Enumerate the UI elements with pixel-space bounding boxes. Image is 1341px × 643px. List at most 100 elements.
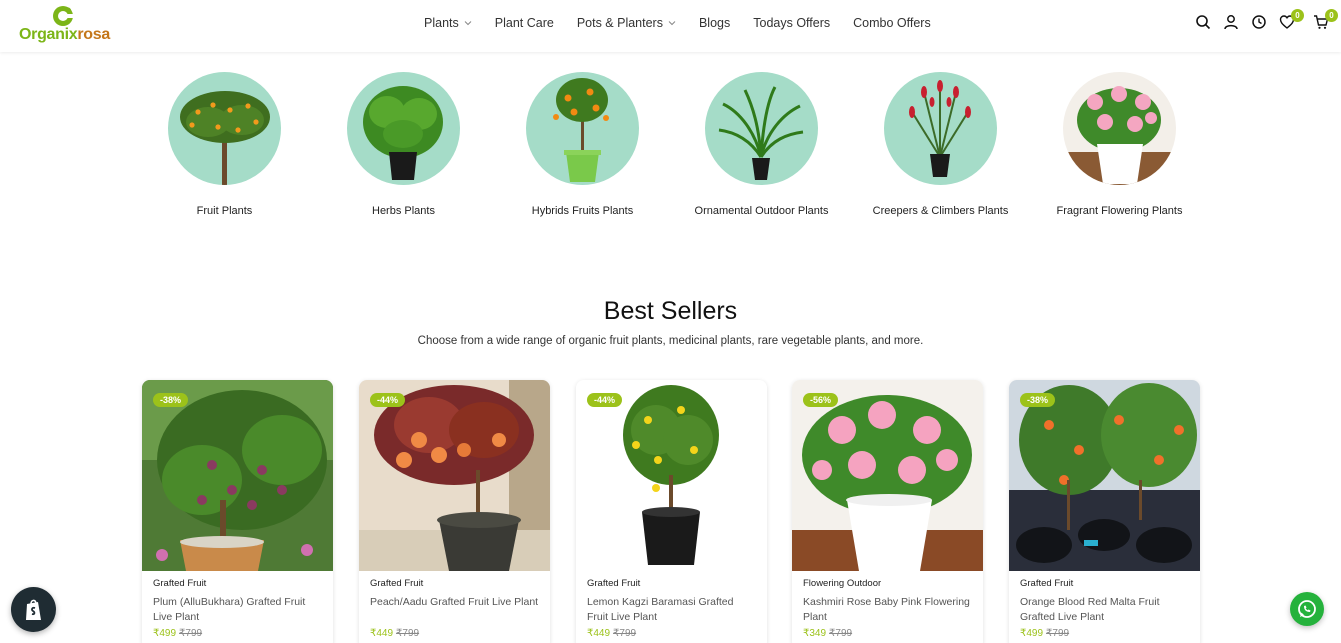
discount-badge: -56% bbox=[803, 393, 839, 407]
logo-text: Organixrosa bbox=[19, 26, 110, 44]
sale-price: ₹499 bbox=[153, 628, 177, 639]
discount-badge: -38% bbox=[1020, 393, 1056, 407]
sale-price: ₹499 bbox=[1020, 628, 1044, 639]
fruit-tree-image bbox=[180, 91, 270, 185]
nav-plants[interactable]: Plants bbox=[424, 16, 472, 30]
wishlist-button[interactable]: 0 bbox=[1279, 9, 1304, 31]
brand-logo[interactable]: Organixrosa bbox=[19, 4, 110, 46]
nav-todays-offers[interactable]: Todays Offers bbox=[753, 16, 830, 30]
product-price: ₹499 ₹799 bbox=[1020, 628, 1189, 639]
discount-badge: -44% bbox=[587, 393, 623, 407]
cart-count-badge: 0 bbox=[1325, 9, 1338, 22]
logo-text-part2: rosa bbox=[77, 26, 110, 43]
product-image[interactable]: -44% bbox=[359, 380, 550, 571]
category-label: Fruit Plants bbox=[196, 205, 253, 217]
product-card[interactable]: -38% Grafted Fruit Orange Blood Red Malt… bbox=[1009, 380, 1200, 643]
chevron-down-icon bbox=[668, 21, 676, 26]
nav-combo-offers[interactable]: Combo Offers bbox=[853, 16, 931, 30]
category-image bbox=[168, 72, 281, 185]
whatsapp-chat-button[interactable] bbox=[1290, 592, 1324, 626]
whatsapp-icon bbox=[1298, 600, 1316, 618]
nav-plant-care-label: Plant Care bbox=[494, 16, 554, 30]
product-name[interactable]: Peach/Aadu Grafted Fruit Live Plant bbox=[370, 595, 539, 625]
nav-pots-planters-label: Pots & Planters bbox=[576, 16, 663, 30]
product-card[interactable]: -44% Grafted Fruit Peach/Aadu Grafted Fr… bbox=[359, 380, 550, 643]
kashmiri-rose-image bbox=[792, 380, 983, 571]
category-image bbox=[705, 72, 818, 185]
search-icon bbox=[1196, 15, 1211, 30]
product-image[interactable]: -38% bbox=[1009, 380, 1200, 571]
wishlist-count-badge: 0 bbox=[1291, 9, 1304, 22]
category-label: Creepers & Climbers Plants bbox=[872, 205, 1009, 217]
category-image bbox=[884, 72, 997, 185]
nav-pots-planters[interactable]: Pots & Planters bbox=[577, 16, 676, 30]
product-category: Grafted Fruit bbox=[370, 578, 424, 589]
nav-todays-offers-label: Todays Offers bbox=[753, 16, 831, 30]
compare-price: ₹799 bbox=[179, 628, 203, 639]
header-actions: 0 0 bbox=[1195, 9, 1338, 31]
recently-viewed-button[interactable] bbox=[1251, 13, 1267, 31]
search-button[interactable] bbox=[1195, 13, 1211, 31]
shopify-chat-button[interactable] bbox=[11, 587, 56, 632]
category-ornamental-outdoor-plants[interactable]: Ornamental Outdoor Plants bbox=[672, 72, 851, 217]
product-name[interactable]: Plum (AlluBukhara) Grafted Fruit Live Pl… bbox=[153, 595, 322, 625]
nav-combo-offers-label: Combo Offers bbox=[853, 16, 931, 30]
category-creepers-climbers-plants[interactable]: Creepers & Climbers Plants bbox=[851, 72, 1030, 217]
chevron-down-icon bbox=[464, 21, 472, 26]
category-image bbox=[1063, 72, 1176, 185]
compare-price: ₹799 bbox=[1046, 628, 1070, 639]
sale-price: ₹449 bbox=[370, 628, 394, 639]
best-sellers-subtitle: Choose from a wide range of organic frui… bbox=[417, 335, 924, 347]
product-category: Flowering Outdoor bbox=[803, 578, 882, 589]
nav-blogs[interactable]: Blogs bbox=[699, 16, 730, 30]
category-label: Fragrant Flowering Plants bbox=[1056, 205, 1183, 217]
clock-icon bbox=[1252, 15, 1266, 29]
product-card[interactable]: -56% Flowering Outdoor Kashmiri Rose Bab… bbox=[792, 380, 983, 643]
discount-badge: -38% bbox=[153, 393, 189, 407]
herb-plant-image bbox=[363, 86, 443, 180]
category-label: Hybrids Fruits Plants bbox=[531, 205, 634, 217]
nav-plant-care[interactable]: Plant Care bbox=[495, 16, 554, 30]
product-info: Flowering Outdoor Kashmiri Rose Baby Pin… bbox=[792, 571, 983, 639]
category-label: Ornamental Outdoor Plants bbox=[694, 205, 829, 217]
category-image bbox=[526, 72, 639, 185]
best-sellers-title: Best Sellers bbox=[603, 297, 738, 325]
product-image[interactable]: -44% bbox=[576, 380, 767, 571]
lemon-tree-image bbox=[576, 380, 767, 571]
nav-blogs-label: Blogs bbox=[698, 16, 731, 30]
product-name[interactable]: Lemon Kagzi Baramasi Grafted Fruit Live … bbox=[587, 595, 756, 625]
creeper-plant-image bbox=[909, 80, 971, 177]
product-name[interactable]: Orange Blood Red Malta Fruit Grafted Liv… bbox=[1020, 595, 1189, 625]
sale-price: ₹349 bbox=[803, 628, 827, 639]
product-category: Grafted Fruit bbox=[153, 578, 207, 589]
product-image[interactable]: -56% bbox=[792, 380, 983, 571]
product-category: Grafted Fruit bbox=[1020, 578, 1074, 589]
category-label: Herbs Plants bbox=[372, 205, 435, 217]
site-header: Organixrosa Plants Plant Care Pots & Pla… bbox=[0, 0, 1341, 52]
discount-badge: -44% bbox=[370, 393, 406, 407]
category-fruit-plants[interactable]: Fruit Plants bbox=[135, 72, 314, 217]
rose-plant-image bbox=[1063, 86, 1176, 185]
product-image[interactable]: -38% bbox=[142, 380, 333, 571]
product-card[interactable]: -38% Grafted Fruit Plum (AlluBukhara) Gr… bbox=[142, 380, 333, 643]
product-grid: -38% Grafted Fruit Plum (AlluBukhara) Gr… bbox=[142, 380, 1202, 643]
product-info: Grafted Fruit Lemon Kagzi Baramasi Graft… bbox=[576, 571, 767, 639]
hybrid-fruit-plant-image bbox=[553, 78, 609, 182]
product-price: ₹449 ₹799 bbox=[370, 628, 539, 639]
product-card[interactable]: -44% Grafted Fruit Lemon Kagzi Baramasi … bbox=[576, 380, 767, 643]
product-price: ₹499 ₹799 bbox=[153, 628, 322, 639]
peach-tree-image bbox=[359, 380, 550, 571]
cart-button[interactable]: 0 bbox=[1313, 9, 1338, 31]
category-herbs-plants[interactable]: Herbs Plants bbox=[314, 72, 493, 217]
nav-plants-label: Plants bbox=[424, 16, 459, 30]
category-row: Fruit Plants Herbs Plants Hybrids Fruits… bbox=[143, 72, 1203, 222]
product-price: ₹349 ₹799 bbox=[803, 628, 972, 639]
compare-price: ₹799 bbox=[829, 628, 853, 639]
category-hybrids-fruits-plants[interactable]: Hybrids Fruits Plants bbox=[493, 72, 672, 217]
account-button[interactable] bbox=[1223, 13, 1239, 31]
main-nav: Plants Plant Care Pots & Planters Blogs … bbox=[424, 0, 954, 46]
sale-price: ₹449 bbox=[587, 628, 611, 639]
product-name[interactable]: Kashmiri Rose Baby Pink Flowering Plant bbox=[803, 595, 972, 625]
category-fragrant-flowering-plants[interactable]: Fragrant Flowering Plants bbox=[1030, 72, 1209, 217]
compare-price: ₹799 bbox=[396, 628, 420, 639]
